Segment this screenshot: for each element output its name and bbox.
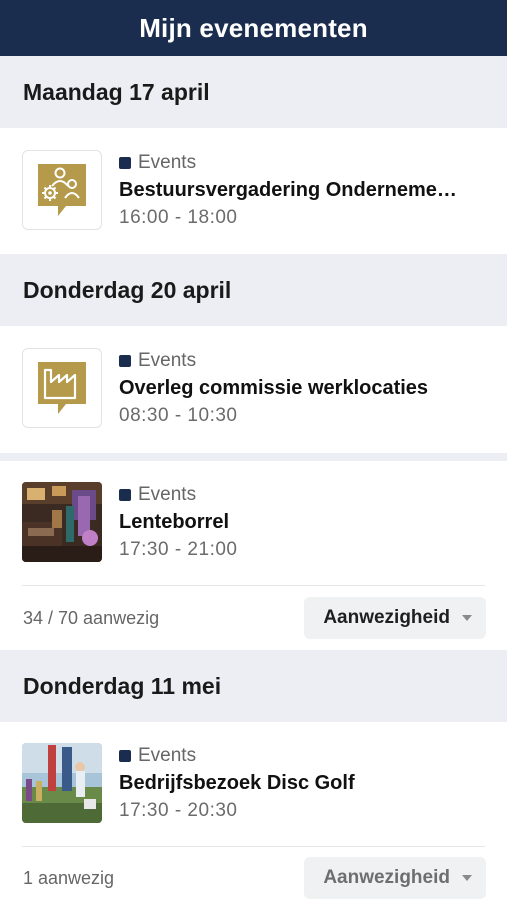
event-time: 17:30 - 20:30 (119, 800, 238, 821)
attendance-count: 1 aanwezig (23, 867, 115, 888)
category-marker (119, 750, 131, 762)
event-card[interactable]: Events Bestuursvergadering Onderneme… 16… (0, 128, 507, 254)
category-marker (119, 489, 131, 501)
chevron-down-icon (462, 875, 472, 881)
event-category: Events (138, 350, 197, 371)
event-card[interactable]: Events Lenteborrel 17:30 - 21:00 34 / 70… (0, 461, 507, 650)
event-photo (22, 482, 102, 562)
app-header: Mijn evenementen (0, 0, 507, 56)
day-header: Donderdag 11 mei (0, 650, 507, 722)
event-category: Events (138, 152, 197, 173)
event-card[interactable]: Events Bedrijfsbezoek Disc Golf 17:30 - … (0, 722, 507, 909)
event-category: Events (138, 484, 197, 505)
event-card[interactable]: Events Overleg commissie werklocaties 08… (0, 326, 507, 453)
attendance-button[interactable]: Aanwezigheid (304, 597, 486, 639)
category-marker (119, 355, 131, 367)
day-header: Donderdag 20 april (0, 254, 507, 326)
page-title: Mijn evenementen (139, 12, 368, 43)
event-time: 16:00 - 18:00 (119, 207, 238, 228)
event-title: Bestuursvergadering Onderneme… (119, 179, 457, 201)
people-gear-icon (22, 150, 102, 230)
event-photo (22, 743, 102, 823)
attendance-button-label: Aanwezigheid (323, 867, 450, 888)
category-marker (119, 157, 131, 169)
card-separator (0, 453, 507, 461)
event-time: 08:30 - 10:30 (119, 405, 238, 426)
event-title: Overleg commissie werklocaties (119, 377, 429, 399)
event-title: Lenteborrel (119, 511, 230, 533)
attendance-button-label: Aanwezigheid (323, 607, 450, 628)
day-header: Maandag 17 april (0, 56, 507, 128)
event-category: Events (138, 745, 197, 766)
event-time: 17:30 - 21:00 (119, 539, 238, 560)
factory-icon (22, 348, 102, 428)
event-title: Bedrijfsbezoek Disc Golf (119, 772, 355, 794)
chevron-down-icon (462, 615, 472, 621)
attendance-button[interactable]: Aanwezigheid (304, 857, 486, 899)
attendance-count: 34 / 70 aanwezig (23, 607, 160, 628)
